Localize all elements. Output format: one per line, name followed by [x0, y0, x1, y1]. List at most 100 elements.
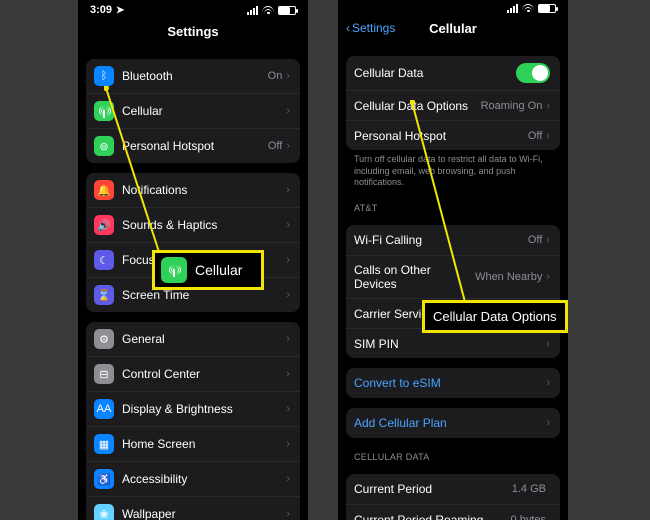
row-label: Notifications [122, 183, 286, 197]
chevron-right-icon: › [546, 417, 550, 429]
settings-group: ᛒBluetoothOn›Cellular›⊚Personal HotspotO… [86, 59, 300, 163]
row-detail: When Nearby [475, 271, 542, 283]
chevron-right-icon: › [286, 368, 290, 380]
phone-pair: 3:09 ➤ Settings ᛒBluetoothOn›Cellular›⊚P… [0, 0, 650, 520]
settings-row[interactable]: 🔊 Sounds & Haptics› [86, 207, 300, 242]
antenna-icon [167, 263, 181, 277]
hotspot-icon: ⊚ [94, 136, 114, 156]
signal-icon [247, 6, 258, 15]
row-label: Accessibility [122, 472, 286, 486]
chevron-right-icon: › [546, 100, 550, 112]
settings-group: ⚙General›⊟Control Center›AADisplay & Bri… [86, 322, 300, 520]
chevron-right-icon: › [286, 184, 290, 196]
settings-row[interactable]: 🔔 Notifications› [86, 173, 300, 207]
settings-row[interactable]: Add Cellular Plan› [346, 408, 560, 438]
status-indicators [247, 6, 296, 15]
status-bar [338, 0, 568, 15]
display-icon: AA [94, 399, 114, 419]
notifications-icon: 🔔 [94, 180, 114, 200]
settings-row[interactable]: AA Display & Brightness› [86, 391, 300, 426]
back-label: Settings [352, 21, 395, 35]
settings-row[interactable]: Cellular› [86, 93, 300, 128]
settings-row[interactable]: ♿ Accessibility› [86, 461, 300, 496]
status-indicators [507, 4, 556, 13]
chevron-right-icon: › [546, 234, 550, 246]
row-label: Screen Time [122, 288, 286, 302]
cellular-list[interactable]: Cellular DataCellular Data OptionsRoamin… [338, 46, 568, 520]
settings-group: Current Period1.4 GBCurrent Period Roami… [346, 474, 560, 520]
callout-data-options: Cellular Data Options [422, 300, 568, 333]
chevron-right-icon: › [286, 403, 290, 415]
row-detail: On [268, 70, 283, 82]
bluetooth-icon: ᛒ [94, 66, 114, 86]
nav-bar: ‹ Settings Cellular [338, 15, 568, 46]
chevron-right-icon: › [546, 130, 550, 142]
chevron-right-icon: › [286, 105, 290, 117]
focus-icon: ☾ [94, 250, 114, 270]
row-label: Cellular [122, 104, 286, 118]
row-label: Sounds & Haptics [122, 218, 286, 232]
battery-icon [538, 4, 556, 13]
callout-label: Cellular [195, 262, 242, 278]
settings-row[interactable]: ⊚ Personal HotspotOff › [86, 128, 300, 163]
row-detail: Off [268, 140, 282, 152]
chevron-right-icon: › [286, 70, 290, 82]
row-label: Convert to eSIM [354, 376, 546, 390]
row-label: Home Screen [122, 437, 286, 451]
general-icon: ⚙ [94, 329, 114, 349]
chevron-right-icon: › [546, 271, 550, 283]
row-detail: 0 bytes [511, 514, 546, 520]
settings-group: Wi-Fi CallingOff›Calls on Other DevicesW… [346, 225, 560, 358]
toggle-switch[interactable] [516, 63, 550, 83]
row-label: General [122, 332, 286, 346]
callout-label: Cellular Data Options [433, 309, 557, 324]
row-label: Current Period Roaming [354, 513, 511, 520]
back-button[interactable]: ‹ Settings [346, 21, 395, 35]
accessibility-icon: ♿ [94, 469, 114, 489]
settings-group: 🔔Notifications›🔊Sounds & Haptics›☾Focus›… [86, 173, 300, 312]
settings-row[interactable]: ❀Wallpaper› [86, 496, 300, 520]
status-bar: 3:09 ➤ [78, 0, 308, 18]
row-label: Personal Hotspot [354, 129, 528, 143]
cellular-icon [161, 257, 187, 283]
settings-row[interactable]: ᛒBluetoothOn› [86, 59, 300, 93]
row-label: Calls on Other Devices [354, 263, 475, 291]
settings-row[interactable]: Convert to eSIM› [346, 368, 560, 398]
settings-row[interactable]: ▦Home Screen› [86, 426, 300, 461]
settings-row[interactable]: Cellular Data [346, 56, 560, 90]
settings-row[interactable]: Cellular Data OptionsRoaming On› [346, 90, 560, 120]
settings-row[interactable]: Wi-Fi CallingOff› [346, 225, 560, 255]
screentime-icon: ⌛ [94, 285, 114, 305]
settings-row[interactable]: Personal HotspotOff› [346, 120, 560, 150]
signal-icon [507, 4, 518, 13]
chevron-right-icon: › [286, 508, 290, 520]
row-detail: Roaming On [481, 100, 543, 112]
settings-row[interactable]: Current Period1.4 GB [346, 474, 560, 504]
settings-row[interactable]: ⚙ General› [86, 322, 300, 356]
settings-row[interactable]: Current Period Roaming0 bytes [346, 504, 560, 520]
chevron-right-icon: › [286, 140, 290, 152]
wifi-icon [522, 4, 534, 13]
chevron-right-icon: › [286, 289, 290, 301]
group-footer: Turn off cellular data to restrict all d… [338, 150, 568, 189]
chevron-left-icon: ‹ [346, 21, 350, 35]
chevron-right-icon: › [286, 473, 290, 485]
chevron-right-icon: › [286, 219, 290, 231]
row-label: Personal Hotspot [122, 139, 268, 153]
chevron-right-icon: › [286, 333, 290, 345]
cellular-icon [94, 101, 114, 121]
group-header: AT&T [338, 189, 568, 215]
wifi-icon [262, 6, 274, 15]
row-label: Display & Brightness [122, 402, 286, 416]
settings-row[interactable]: ⊟Control Center› [86, 356, 300, 391]
chevron-right-icon: › [286, 254, 290, 266]
group-header: CELLULAR DATA [338, 438, 568, 464]
sounds-icon: 🔊 [94, 215, 114, 235]
battery-icon [278, 6, 296, 15]
location-icon: ➤ [116, 5, 124, 16]
row-label: SIM PIN [354, 337, 546, 351]
phone-cellular: ‹ Settings Cellular Cellular DataCellula… [338, 0, 568, 520]
row-label: Wi-Fi Calling [354, 233, 528, 247]
row-label: Control Center [122, 367, 286, 381]
settings-row[interactable]: Calls on Other DevicesWhen Nearby › [346, 255, 560, 298]
